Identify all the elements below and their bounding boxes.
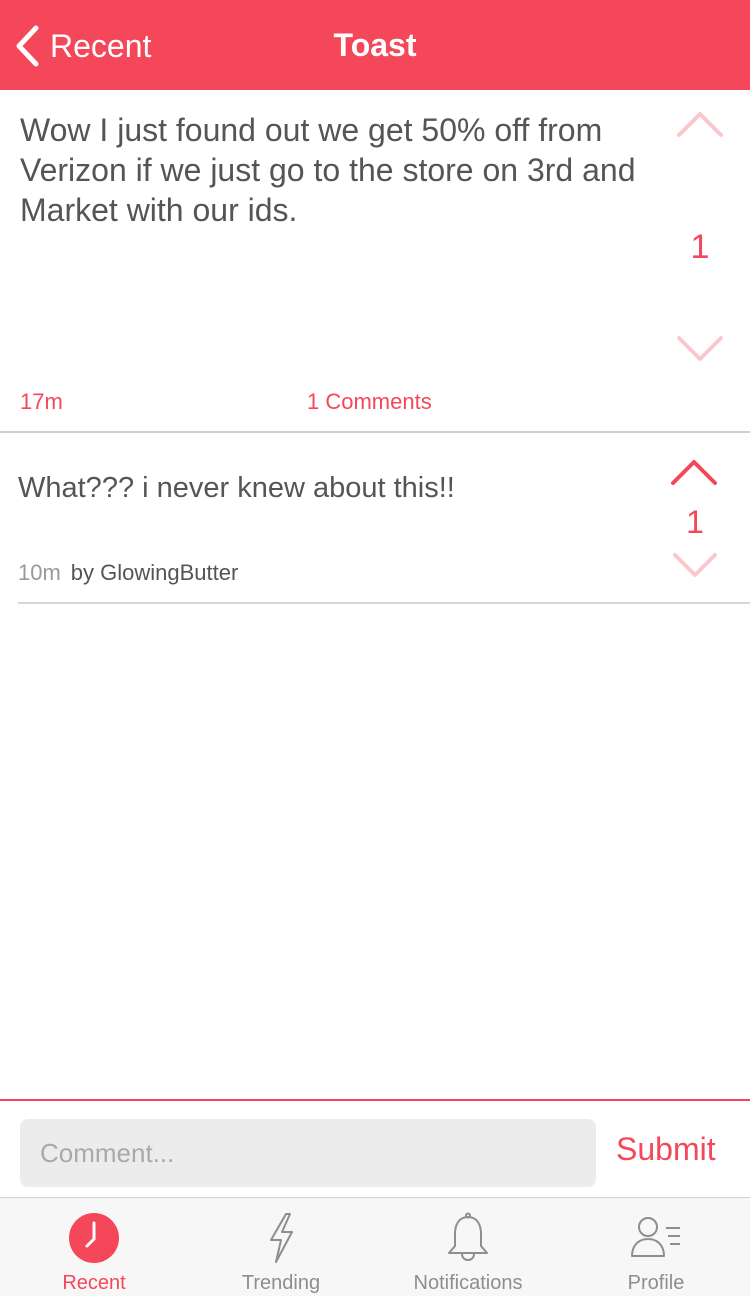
submit-button[interactable]: Submit [616,1131,716,1168]
comment-text: What??? i never knew about this!! [18,472,455,504]
post-timestamp: 17m [20,389,63,414]
tab-trending[interactable]: Trending [187,1198,375,1296]
tab-label: Recent [62,1272,126,1294]
comment-meta: 10m by GlowingButter [18,560,238,586]
comment-downvote-icon[interactable] [672,552,718,578]
comment-compose-bar: Submit [0,1099,750,1197]
comment-upvote-icon[interactable] [670,458,718,486]
tab-label: Notifications [413,1272,523,1294]
post-score: 1 [690,228,710,266]
tab-label: Trending [241,1272,321,1294]
comments-count-link[interactable]: 1 Comments [307,389,432,415]
comment-input[interactable] [20,1119,596,1187]
comment-timestamp: 10m [18,560,61,585]
bell-icon [448,1212,488,1261]
upvote-icon[interactable] [676,110,724,138]
tab-profile[interactable]: Profile [562,1198,750,1296]
tab-bar: Recent Trending Notifications Profile [0,1197,750,1296]
comment-item: What??? i never knew about this!! 1 10m b… [18,434,750,604]
comment-author: by GlowingButter [70,560,239,585]
navigation-bar: Recent Toast [0,0,750,90]
tab-recent[interactable]: Recent [0,1198,188,1296]
post-text: Wow I just found out we get 50% off from… [20,112,636,228]
tab-notifications[interactable]: Notifications [374,1198,562,1296]
clock-icon [69,1213,119,1263]
comment-score: 1 [686,504,704,540]
tab-label: Profile [627,1272,685,1294]
post-card: Wow I just found out we get 50% off from… [0,90,750,433]
lightning-icon [270,1213,293,1263]
downvote-icon[interactable] [676,335,724,363]
page-title: Toast [333,27,417,63]
profile-icon [631,1217,680,1257]
